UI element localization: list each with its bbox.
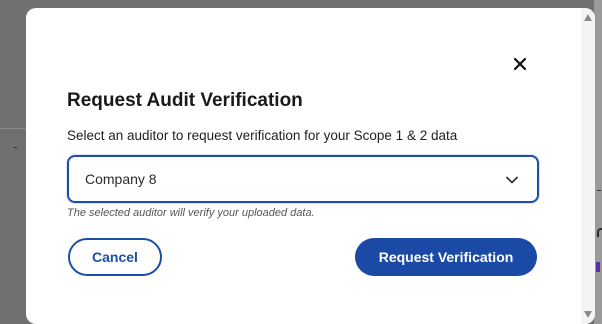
scroll-down-arrow-icon[interactable] [584,311,592,318]
auditor-helper-text: The selected auditor will verify your up… [67,207,315,219]
close-icon [513,57,527,71]
background-accent [596,262,600,272]
auditor-select-value: Company 8 [85,171,157,187]
dialog-description: Select an auditor to request verificatio… [67,128,458,143]
scroll-up-arrow-icon[interactable] [584,14,592,21]
background-fragment [597,228,602,237]
background-fragment [14,147,17,148]
background-fragment [597,190,601,191]
dialog-scrollbar[interactable] [581,8,595,324]
close-button[interactable] [509,53,531,75]
request-verification-button[interactable]: Request Verification [355,238,537,276]
background-divider [0,128,26,129]
cancel-button[interactable]: Cancel [68,238,162,276]
background-page-edge [594,0,602,324]
dialog-title: Request Audit Verification [67,90,303,111]
chevron-down-icon [505,173,519,187]
auditor-select[interactable]: Company 8 [67,155,539,203]
request-audit-dialog: Request Audit Verification Select an aud… [26,8,595,324]
